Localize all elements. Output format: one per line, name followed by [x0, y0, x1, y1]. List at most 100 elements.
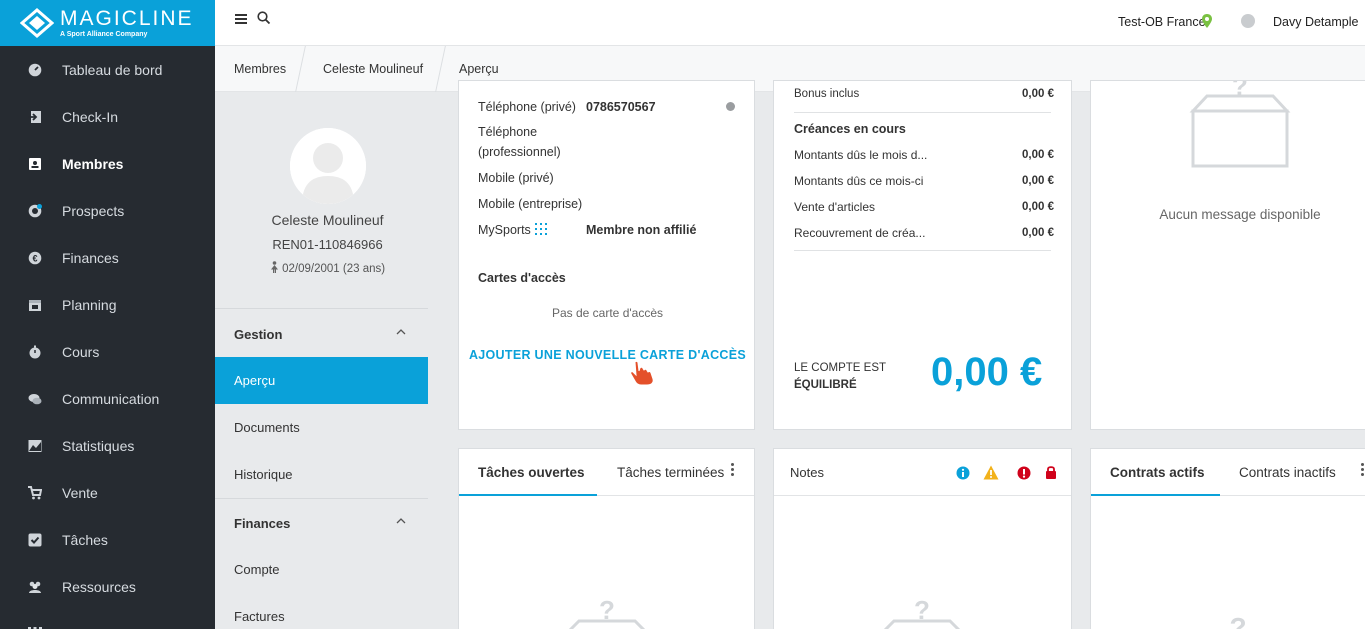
- menu-divider: [215, 308, 428, 309]
- sidebar-item-cart[interactable]: Vente: [0, 469, 215, 516]
- sidebar-item-calendar[interactable]: Planning: [0, 281, 215, 328]
- user-name[interactable]: Davy Detample: [1273, 15, 1358, 29]
- top-bar: Test-OB France Davy Detample: [215, 0, 1365, 46]
- stopwatch-icon: [28, 345, 42, 359]
- empty-box-icon: ?: [883, 595, 961, 629]
- mysports-grid-icon: [535, 223, 547, 235]
- breadcrumb-current: Aperçu: [459, 62, 499, 76]
- hand-pointer-cursor-icon: [630, 360, 654, 386]
- sidebar-item-label: Cours: [62, 343, 100, 360]
- tasks-tabs: Tâches ouvertes Tâches terminées: [459, 449, 754, 496]
- brand-logo[interactable]: MAGICLINE A Sport Alliance Company: [0, 0, 215, 46]
- more-vertical-icon[interactable]: [1361, 463, 1365, 478]
- cart-icon: [28, 485, 43, 500]
- tab-done-tasks[interactable]: Tâches terminées: [617, 465, 724, 480]
- menu-item-factures[interactable]: Factures: [215, 593, 428, 629]
- sidebar-item-stopwatch[interactable]: Cours: [0, 328, 215, 375]
- user-silhouette-icon: [290, 128, 366, 204]
- sidebar-item-label: Communication: [62, 390, 160, 407]
- sidebar-item-mysports[interactable]: MySports: [0, 610, 215, 629]
- empty-box-icon: ?: [1229, 612, 1246, 629]
- brand-name: MAGICLINE: [60, 7, 194, 30]
- checkin-icon: [28, 110, 42, 124]
- sidebar-item-label: Statistiques: [62, 437, 135, 454]
- hamburger-menu-icon[interactable]: [235, 14, 247, 24]
- sidebar-item-prospects[interactable]: Prospects: [0, 187, 215, 234]
- info-icon[interactable]: [956, 466, 970, 480]
- active-tab-indicator: [459, 494, 597, 496]
- sidebar-item-checkin[interactable]: Check-In: [0, 93, 215, 140]
- sidebar-item-label: Finances: [62, 249, 119, 266]
- menu-section-gestion[interactable]: Gestion: [215, 310, 428, 357]
- receivables-title: Créances en cours: [794, 122, 906, 136]
- value-mysports: Membre non affilié: [586, 223, 697, 237]
- svg-text:€: €: [32, 253, 37, 263]
- active-tab-indicator: [1091, 494, 1220, 496]
- menu-item-compte[interactable]: Compte: [215, 546, 428, 593]
- receivable-value: 0,00 €: [1022, 227, 1054, 239]
- svg-text:?: ?: [1229, 612, 1246, 629]
- sidebar-item-label: Tableau de bord: [62, 61, 163, 78]
- access-cards-empty: Pas de carte d'accès: [551, 306, 664, 320]
- euro-icon: €: [28, 251, 42, 265]
- receivable-value: 0,00 €: [1022, 201, 1054, 213]
- sidebar-item-euro[interactable]: € Finances: [0, 234, 215, 281]
- menu-item-documents[interactable]: Documents: [215, 404, 428, 451]
- menu-section-finances[interactable]: Finances: [215, 499, 428, 546]
- breadcrumb-members[interactable]: Membres: [234, 62, 286, 76]
- label-mysports: MySports: [478, 223, 531, 237]
- menu-item-apercu[interactable]: Aperçu: [215, 357, 428, 404]
- sidebar-item-label: Ressources: [62, 578, 136, 595]
- checkbox-icon: [28, 533, 42, 547]
- sidebar-item-checkbox[interactable]: Tâches: [0, 516, 215, 563]
- user-avatar-icon[interactable]: [1241, 14, 1255, 28]
- more-vertical-icon[interactable]: [731, 463, 735, 478]
- sidebar-item-users[interactable]: Ressources: [0, 563, 215, 610]
- account-balance: 0,00 €: [931, 350, 1043, 394]
- sidebar-item-label: Check-In: [62, 108, 119, 125]
- tab-active-contracts[interactable]: Contrats actifs: [1110, 465, 1205, 480]
- member-panel: Celeste Moulineuf REN01-110846966 02/09/…: [215, 92, 440, 629]
- label-mobile-private: Mobile (privé): [478, 171, 554, 185]
- alert-icon[interactable]: [1017, 466, 1031, 480]
- receivable-value: 0,00 €: [1022, 149, 1054, 161]
- member-dob: 02/09/2001 (23 ans): [215, 261, 440, 275]
- empty-box-icon: ?: [1189, 81, 1291, 168]
- sidebar-item-chart[interactable]: Statistiques: [0, 422, 215, 469]
- contact-card: Téléphone (privé) 0786570567 Téléphone (…: [458, 80, 755, 430]
- add-access-card-button[interactable]: AJOUTER UNE NOUVELLE CARTE D'ACCÈS: [459, 348, 754, 362]
- breadcrumb-member-name[interactable]: Celeste Moulineuf: [323, 62, 423, 76]
- chevron-up-icon: [396, 518, 406, 524]
- menu-item-historique[interactable]: Historique: [215, 451, 428, 498]
- receivable-label: Recouvrement de créa...: [794, 226, 926, 240]
- svg-text:?: ?: [914, 595, 930, 625]
- receivable-label: Vente d'articles: [794, 200, 876, 214]
- chevron-up-icon: [396, 329, 406, 335]
- magicline-logo-icon: [20, 8, 54, 38]
- divider: [794, 112, 1051, 113]
- access-cards-title: Cartes d'accès: [478, 271, 566, 285]
- sidebar-item-label: Vente: [62, 484, 98, 501]
- tab-open-tasks[interactable]: Tâches ouvertes: [478, 465, 585, 480]
- member-name: Celeste Moulineuf: [271, 212, 384, 228]
- lock-icon[interactable]: [1045, 465, 1057, 479]
- svg-text:?: ?: [1232, 81, 1248, 101]
- notes-card: Notes ?: [773, 448, 1072, 629]
- warning-icon[interactable]: [983, 465, 999, 480]
- value-phone-private[interactable]: 0786570567: [586, 100, 656, 114]
- messages-card: ? Aucun message disponible: [1090, 80, 1365, 430]
- status-dot-icon: [726, 102, 735, 111]
- member-avatar[interactable]: [290, 128, 366, 204]
- search-icon[interactable]: [257, 11, 271, 25]
- users-icon: [28, 580, 42, 594]
- prospects-icon: [28, 203, 42, 218]
- chart-icon: [28, 439, 42, 453]
- tasks-card: Tâches ouvertes Tâches terminées ?: [458, 448, 755, 629]
- sidebar-item-dashboard[interactable]: Tableau de bord: [0, 46, 215, 93]
- club-selector[interactable]: Test-OB France: [1118, 15, 1206, 29]
- tab-inactive-contracts[interactable]: Contrats inactifs: [1239, 465, 1336, 480]
- notes-title: Notes: [790, 465, 824, 480]
- sidebar-item-members[interactable]: Membres: [0, 140, 215, 187]
- sidebar-item-chat[interactable]: Communication: [0, 375, 215, 422]
- sidebar-item-label: Prospects: [62, 202, 125, 219]
